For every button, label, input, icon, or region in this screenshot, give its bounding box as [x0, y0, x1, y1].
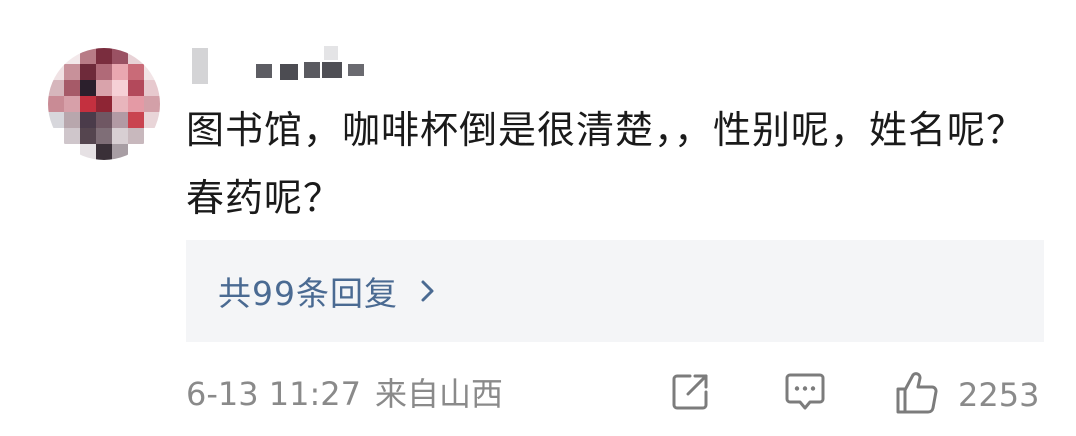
like-button[interactable]: 2253 — [892, 370, 1039, 420]
comment-text: 图书馆，咖啡杯倒是很清楚，，性别呢，姓名呢？春药呢？ — [186, 108, 1026, 220]
chevron-right-icon — [416, 276, 440, 306]
avatar[interactable] — [48, 48, 160, 160]
thumbs-up-icon — [892, 369, 940, 421]
comment-date: 6-13 11:27 — [186, 375, 362, 413]
comment-location: 来自山西 — [375, 375, 504, 413]
share-icon[interactable] — [668, 370, 712, 414]
replies-count-label: 共99条回复 — [218, 274, 398, 313]
view-replies-button[interactable]: 共99条回复 — [186, 240, 1044, 342]
like-count: 2253 — [958, 376, 1040, 414]
comment-item: 图书馆，咖啡杯倒是很清楚，，性别呢，姓名呢？春药呢？ 共99条回复 6-13 1… — [0, 0, 1076, 436]
comment-icon[interactable] — [782, 370, 828, 414]
comment-footer: 6-13 11:27 来自山西 2253 — [186, 366, 1046, 426]
username-pixelated[interactable] — [192, 44, 382, 84]
comment-meta: 6-13 11:27 来自山西 — [186, 374, 503, 414]
